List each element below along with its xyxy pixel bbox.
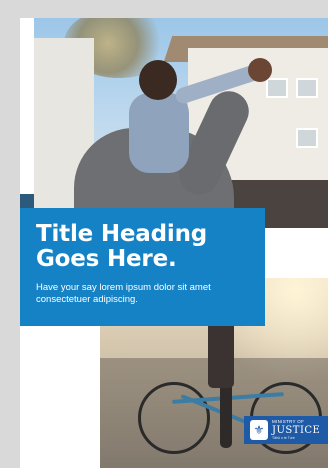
crest-icon: ⚜ <box>250 420 268 440</box>
top-photo-parent-child <box>34 18 328 228</box>
title-line-2: Goes Here. <box>36 246 177 272</box>
child-figure <box>129 93 189 173</box>
bike-wheel <box>138 382 210 454</box>
parent-hand <box>248 58 272 82</box>
title-box: Title Heading Goes Here. Have your say l… <box>20 208 265 326</box>
house-window <box>296 128 318 148</box>
ministry-of-justice-logo: ⚜ MINISTRY OF JUSTICE Tāhū o te Ture <box>244 416 328 444</box>
house-window <box>296 78 318 98</box>
page-title: Title Heading Goes Here. <box>36 222 249 272</box>
house-window <box>266 78 288 98</box>
subtitle-text: Have your say lorem ipsum dolor sit amet… <box>36 282 211 305</box>
poster-page: Title Heading Goes Here. Have your say l… <box>20 18 328 468</box>
cyclist-body <box>208 318 234 388</box>
logo-line-2: JUSTICE <box>272 425 321 436</box>
logo-line-3: Tāhū o te Ture <box>272 436 295 440</box>
title-line-1: Title Heading <box>36 221 208 247</box>
child-head <box>139 60 177 100</box>
